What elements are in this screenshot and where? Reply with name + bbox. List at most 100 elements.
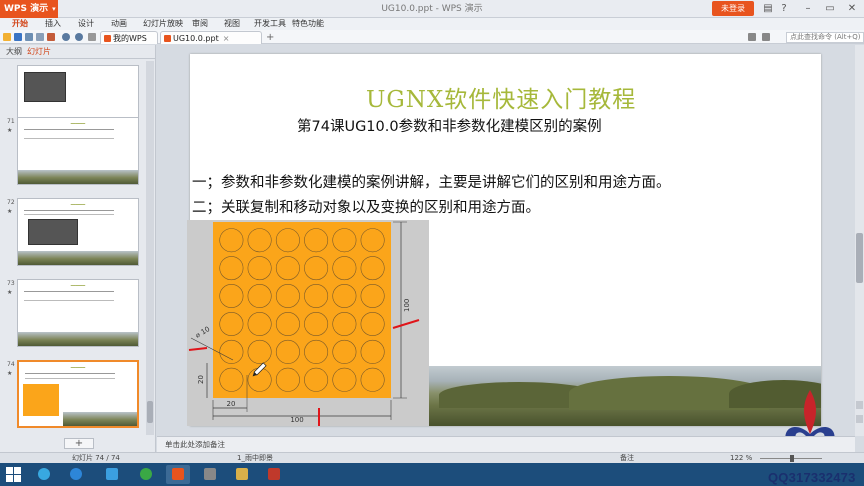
slide-thumbnail[interactable]: ━━━━━━ bbox=[17, 279, 139, 347]
taskbar-app2[interactable] bbox=[230, 465, 254, 484]
folder-icon[interactable] bbox=[3, 33, 11, 41]
thumbnail-title: ━━━━━━ bbox=[70, 202, 86, 207]
dim-text-width: 100 bbox=[290, 416, 303, 424]
menu-home[interactable]: 开始 bbox=[12, 18, 28, 30]
undo-icon[interactable] bbox=[62, 33, 70, 41]
command-search-input[interactable]: 点此查找命令 (Alt+Q) bbox=[786, 32, 864, 43]
ie-icon bbox=[70, 468, 82, 480]
notes-field[interactable]: 单击此处添加备注 bbox=[157, 436, 855, 452]
menu-slideshow[interactable]: 幻灯片放映 bbox=[143, 18, 183, 30]
zoom-level[interactable]: 122 % bbox=[730, 453, 752, 463]
animation-star-icon: ★ bbox=[7, 127, 13, 134]
bullet-1[interactable]: 一；参数和非参数化建模的案例讲解，主要是讲解它们的区别和用途方面。 bbox=[192, 171, 671, 192]
dim-text-height: 100 bbox=[403, 299, 411, 312]
thumbnail-landscape bbox=[63, 412, 137, 426]
taskbar-browser[interactable] bbox=[134, 465, 158, 484]
taskbar-cloud-app[interactable] bbox=[32, 465, 56, 484]
cad-drawing[interactable]: 100 20 100 20 ⌀ 10 bbox=[187, 220, 429, 426]
wps-logo-icon bbox=[104, 35, 111, 42]
new-tab-button[interactable]: + bbox=[266, 31, 274, 44]
help-icon[interactable]: ? bbox=[776, 0, 792, 18]
customize-icon[interactable] bbox=[88, 33, 96, 41]
status-bar: 幻灯片 74 / 74 1_雨中即景 备注 122 % bbox=[0, 452, 864, 463]
app-icon bbox=[106, 468, 118, 480]
canvas-scrollbar[interactable] bbox=[855, 45, 864, 436]
next-slide-icon[interactable] bbox=[856, 415, 863, 423]
thumbnail-title: ━━━━━━ bbox=[70, 365, 86, 370]
screen-icon[interactable] bbox=[748, 33, 756, 41]
slide-thumbnail[interactable]: ━━━━━━ bbox=[17, 198, 139, 266]
landscape-image[interactable] bbox=[429, 366, 821, 426]
theme-name: 1_雨中即景 bbox=[237, 454, 273, 462]
thumbnail-landscape bbox=[18, 251, 138, 265]
cloud-icon bbox=[38, 468, 50, 480]
taskbar-ie[interactable] bbox=[64, 465, 88, 484]
app-name: WPS 演示 bbox=[4, 4, 49, 14]
menu-developer[interactable]: 开发工具 bbox=[254, 18, 286, 30]
menu-insert[interactable]: 插入 bbox=[45, 18, 61, 30]
slide-subheading[interactable]: 第74课UG10.0参数和非参数化建模区别的案例 bbox=[297, 115, 602, 136]
slide-number: 71 bbox=[7, 118, 15, 125]
panel-tabs: 大纲 幻灯片 bbox=[0, 45, 156, 59]
thumbnail-landscape bbox=[18, 332, 138, 346]
dim-text-offset-y: 20 bbox=[197, 375, 205, 384]
tab-label: UG10.0.ppt bbox=[173, 34, 219, 43]
slide-number: 72 bbox=[7, 199, 15, 206]
panel-scrollbar[interactable] bbox=[146, 61, 154, 435]
maximize-icon[interactable]: ▭ bbox=[822, 0, 838, 18]
tab-outline[interactable]: 大纲 bbox=[6, 45, 22, 59]
format-painter-icon[interactable] bbox=[47, 33, 55, 41]
scrollbar-thumb[interactable] bbox=[147, 401, 153, 423]
print-icon[interactable] bbox=[25, 33, 33, 41]
slide-thumbnail[interactable]: ━━━━━━ bbox=[17, 117, 139, 185]
taskbar-ug[interactable] bbox=[198, 465, 222, 484]
menu-animation[interactable]: 动画 bbox=[111, 18, 127, 30]
thumbnail-title: ━━━━━━ bbox=[70, 121, 86, 126]
windows-taskbar bbox=[0, 463, 864, 486]
taskbar-app[interactable] bbox=[100, 465, 124, 484]
slide-number: 74 bbox=[7, 361, 15, 368]
dim-text-diameter: ⌀ 10 bbox=[194, 325, 211, 340]
windows-start-icon[interactable] bbox=[6, 467, 21, 482]
scrollbar-thumb[interactable] bbox=[856, 233, 863, 283]
bullet-2[interactable]: 二；关联复制和移动对象以及变换的区别和用途方面。 bbox=[192, 196, 540, 217]
close-tab-icon[interactable]: × bbox=[223, 34, 230, 43]
taskbar-wps[interactable] bbox=[166, 465, 190, 484]
tab-my-wps[interactable]: 我的WPS bbox=[100, 31, 158, 44]
notes-toggle[interactable]: 备注 bbox=[620, 453, 634, 463]
menu-review[interactable]: 审阅 bbox=[192, 18, 208, 30]
add-slide-button[interactable]: + bbox=[64, 438, 94, 449]
qq-watermark: QQ317332473 bbox=[768, 470, 856, 485]
app-menu-button[interactable]: WPS 演示 ▾ bbox=[0, 0, 58, 18]
taskbar-app3[interactable] bbox=[262, 465, 286, 484]
skin-icon[interactable]: ▤ bbox=[760, 0, 776, 18]
login-button[interactable]: 未登录 bbox=[712, 1, 754, 16]
zoom-slider-knob[interactable] bbox=[790, 455, 794, 462]
red-marker bbox=[188, 347, 208, 351]
app-icon bbox=[268, 468, 280, 480]
minimize-icon[interactable]: – bbox=[800, 0, 816, 18]
tab-slides[interactable]: 幻灯片 bbox=[27, 45, 51, 59]
menu-design[interactable]: 设计 bbox=[78, 18, 94, 30]
thumbnail-text bbox=[24, 210, 114, 215]
collapse-ribbon-icon[interactable] bbox=[762, 33, 770, 41]
slide-number: 73 bbox=[7, 280, 15, 287]
red-marker bbox=[392, 319, 420, 329]
ug-icon bbox=[204, 468, 216, 480]
thumbnail-cad bbox=[23, 384, 59, 416]
animation-star-icon: ★ bbox=[7, 370, 13, 377]
thumbnail-text bbox=[24, 291, 114, 301]
menu-features[interactable]: 特色功能 bbox=[292, 18, 324, 30]
slide-heading[interactable]: UGNX软件快速入门教程 bbox=[366, 80, 716, 114]
close-icon[interactable]: ✕ bbox=[844, 0, 860, 18]
prev-slide-icon[interactable] bbox=[856, 401, 863, 409]
tab-label: 我的WPS bbox=[113, 34, 147, 43]
tab-document[interactable]: UG10.0.ppt × bbox=[160, 31, 262, 44]
redo-icon[interactable] bbox=[75, 33, 83, 41]
browser-icon bbox=[140, 468, 152, 480]
thumbnail-dialog bbox=[24, 72, 66, 102]
menu-view[interactable]: 视图 bbox=[224, 18, 240, 30]
preview-icon[interactable] bbox=[36, 33, 44, 41]
slide-thumbnail-selected[interactable]: ━━━━━━ bbox=[17, 360, 139, 428]
save-icon[interactable] bbox=[14, 33, 22, 41]
